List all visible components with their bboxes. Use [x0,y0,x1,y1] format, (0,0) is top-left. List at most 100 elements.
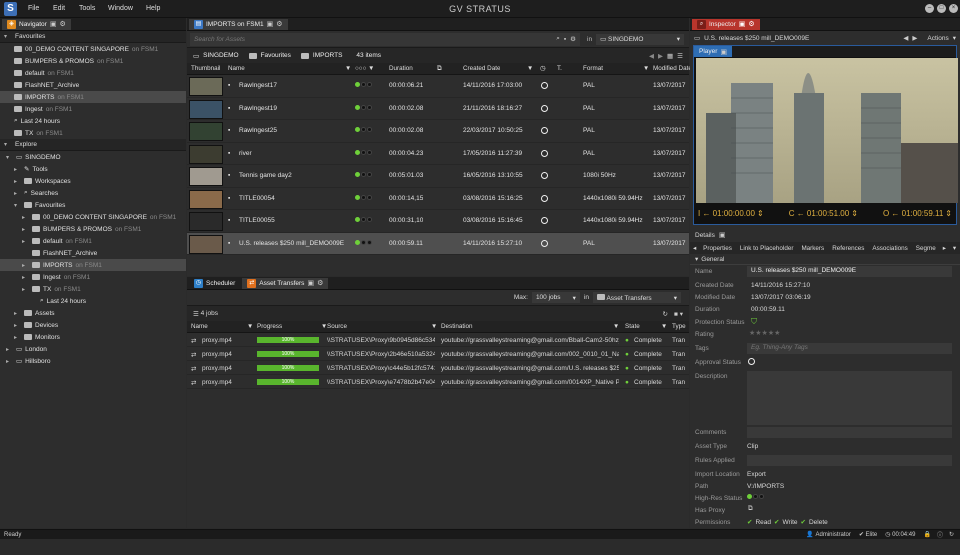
expand-icon[interactable]: ▾ [6,154,13,161]
back-icon[interactable]: ◀ [649,52,654,60]
subtab-2[interactable]: Markers [801,245,824,252]
job-row[interactable]: ⇄ proxy.mp4 100% \\STRATUSEX\Proxy\9b0945d8… [187,333,689,347]
breadcrumb-favourites[interactable]: Favourites [261,52,291,59]
explore-item[interactable]: ▸ Assets [0,307,186,319]
chevron-down-icon[interactable]: ▾ [953,34,956,42]
col-destination[interactable]: Destination [441,323,473,330]
explore-item[interactable]: ▸ Monitors [0,331,186,343]
explore-item[interactable]: ▸ default on FSM1 [0,235,186,247]
explore-item[interactable]: ▸ ▭ Hillsboro [0,355,186,367]
tab-navigator[interactable]: ◈ Navigator ▣ ⚙ [2,18,71,30]
close-icon[interactable]: × [949,4,958,13]
thumbnail-image[interactable] [189,212,223,231]
search-settings-icon[interactable]: ⚙ [570,35,576,43]
col-job-name[interactable]: Name [191,323,208,330]
filter-icon[interactable]: ▼ [431,323,437,330]
thumbnail-image[interactable] [189,77,223,96]
expand-icon[interactable]: ▸ [14,166,21,173]
job-row[interactable]: ⇄ proxy.mp4 100% \\STRATUSEX\Proxy\2b46e510… [187,347,689,361]
explore-item[interactable]: FlashNET_Archive [0,247,186,259]
lock-icon[interactable]: 🔒 [923,531,930,538]
breadcrumb-imports[interactable]: IMPORTS [313,52,343,59]
tab-scheduler[interactable]: ◷ Scheduler [189,278,240,289]
stop-icon[interactable]: ■ ▾ [674,310,683,318]
breadcrumb-singdemo[interactable]: SINGDEMO [203,52,238,59]
expand-icon[interactable]: ▸ [22,226,29,233]
asset-row[interactable]: ▪ U.S. releases $250 mill_DEMO009E 00:00:5… [187,232,689,255]
filter-dropdown[interactable]: Asset Transfers ▾ [593,292,681,303]
comments-field[interactable] [747,427,952,438]
expand-icon[interactable]: ▸ [14,322,21,329]
expand-icon[interactable]: ▾ [14,202,21,209]
col-name[interactable]: Name [228,65,245,72]
forward-icon[interactable]: ▶ [658,52,663,60]
thumbnail-image[interactable] [189,99,223,119]
explore-item[interactable]: ▸ ⌕ Searches [0,187,186,199]
settings-icon[interactable]: ⚙ [59,20,65,28]
timecode-in[interactable]: I ← 01:00:00.00 [698,209,755,218]
asset-row[interactable]: ▪ RawIngest19 00:00:02.08 21/11/2016 18:16:… [187,98,689,120]
stepper-icon[interactable]: ⇕ [757,209,764,218]
minimize-icon[interactable]: – [925,4,934,13]
col-job-type[interactable]: Type [672,323,686,330]
maximize-icon[interactable]: □ [937,4,946,13]
explore-item[interactable]: ▸ ✎ Tools [0,163,186,175]
approval-status-icon[interactable] [748,358,755,365]
more-icon[interactable]: ▾ [953,245,956,252]
subtab-4[interactable]: Associations [872,245,907,252]
settings-icon[interactable]: ⚙ [276,20,282,28]
subtab-1[interactable]: Link to Placeholder [740,245,794,252]
menu-icon[interactable]: ☰ [677,52,683,60]
favourite-item[interactable]: IMPORTS on FSM1 [0,91,186,103]
subtab-3[interactable]: References [832,245,864,252]
subtab-5[interactable]: Segme [916,245,936,252]
favourite-item[interactable]: Ingest on FSM1 [0,103,186,115]
status-dots-icon[interactable]: ○○○ ▼ [355,65,374,72]
col-progress[interactable]: Progress [257,323,282,330]
expand-icon[interactable]: ▸ [22,238,29,245]
rules-field[interactable] [747,455,952,466]
filter-icon[interactable]: ▼ [345,65,351,72]
col-state[interactable]: State [625,323,640,330]
float-icon[interactable]: ▣ [739,20,746,28]
name-field[interactable]: U.S. releases $250 mill_DEMO009E [747,266,952,277]
favourite-item[interactable]: default on FSM1 [0,67,186,79]
tab-imports[interactable]: ▤ IMPORTS on FSM1 ▣ ⚙ [189,18,288,30]
search-input[interactable]: Search for Assets ⌕ ▪ ⚙ [190,32,580,46]
favourite-item[interactable]: FlashNET_Archive [0,79,186,91]
explore-item[interactable]: ▸ BUMPERS & PROMOS on FSM1 [0,223,186,235]
col-thumbnail[interactable]: Thumbnail [191,65,220,72]
player[interactable]: Player ▣ I ← 01:00:00.00 ⇕ C ← 01:00:51.0… [693,45,958,225]
video-frame[interactable] [696,58,958,203]
float-icon[interactable]: ▣ [719,231,726,239]
explore-item[interactable]: ▸ ▭ London [0,343,186,355]
expand-icon[interactable]: ▸ [22,214,29,221]
thumbnail-image[interactable] [189,122,223,141]
filter-icon[interactable]: ▼ [613,323,619,330]
scope-dropdown[interactable]: ▭ SINGDEMO ▾ [596,33,685,45]
filter-icon[interactable]: ▼ [247,323,253,330]
explore-item[interactable]: ⌕ Last 24 hours [0,295,186,307]
clock-icon[interactable]: ◷ [540,65,546,72]
grid-view-icon[interactable]: ▦ [667,52,673,60]
asset-row[interactable]: ▪ river 00:00:04.23 17/05/2016 11:27:39 PAL 1… [187,143,689,165]
explore-item[interactable]: ▸ TX on FSM1 [0,283,186,295]
explore-item[interactable]: ▸ Workspaces [0,175,186,187]
settings-icon[interactable]: ⚙ [317,279,323,287]
col-duration[interactable]: Duration [389,65,413,72]
col-source[interactable]: Source [327,323,347,330]
asset-row[interactable]: ▪ TITLE00055 00:00:31,10 03/08/2016 15:16:4… [187,210,689,233]
explore-item[interactable]: ▾ Favourites [0,199,186,211]
max-jobs-dropdown[interactable]: 100 jobs ▾ [531,292,580,303]
filter-icon[interactable]: ▼ [661,323,667,330]
expand-icon[interactable]: ▸ [6,358,13,365]
float-icon[interactable]: ▣ [720,48,727,56]
filter-icon[interactable]: ▼ [643,65,649,72]
asset-row[interactable]: ▪ Tennis game day2 00:05:01.03 16/05/2016 1… [187,165,689,188]
expand-icon[interactable]: ▸ [22,274,29,281]
subtab-0[interactable]: Properties [703,245,732,252]
actions-menu[interactable]: Actions [927,35,948,42]
filter-icon[interactable]: ▼ [527,65,533,72]
timecode-out[interactable]: O ← 01:00:59.11 [883,209,943,218]
search-icon[interactable]: ⌕ [556,35,560,43]
